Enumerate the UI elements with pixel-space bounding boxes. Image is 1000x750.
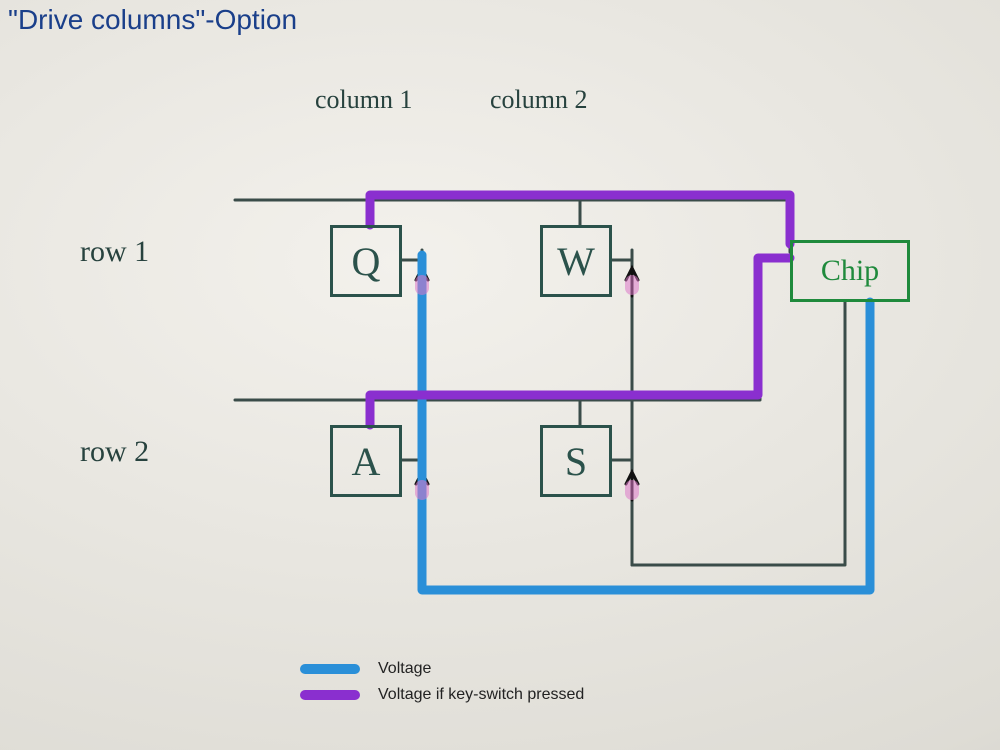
- key-a: A: [330, 425, 402, 497]
- legend-swatch-purple-icon: [300, 690, 360, 700]
- diagram-title: "Drive columns"-Option: [8, 4, 297, 36]
- legend: Voltage Voltage if key-switch pressed: [300, 660, 584, 712]
- key-q: Q: [330, 225, 402, 297]
- chip-box: Chip: [790, 240, 910, 302]
- row-2-label: row 2: [80, 435, 149, 469]
- legend-label-voltage-pressed: Voltage if key-switch pressed: [378, 686, 584, 704]
- legend-swatch-blue-icon: [300, 664, 360, 674]
- key-s: S: [540, 425, 612, 497]
- key-w: W: [540, 225, 612, 297]
- legend-label-voltage: Voltage: [378, 660, 431, 678]
- diode-marker-icon: [625, 480, 639, 500]
- column-1-label: column 1: [315, 85, 413, 115]
- legend-row-voltage-pressed: Voltage if key-switch pressed: [300, 686, 584, 704]
- diode-marker-icon: [415, 275, 429, 295]
- diode-marker-icon: [415, 480, 429, 500]
- legend-row-voltage: Voltage: [300, 660, 584, 678]
- row-1-label: row 1: [80, 235, 149, 269]
- column-2-label: column 2: [490, 85, 588, 115]
- diode-marker-icon: [625, 275, 639, 295]
